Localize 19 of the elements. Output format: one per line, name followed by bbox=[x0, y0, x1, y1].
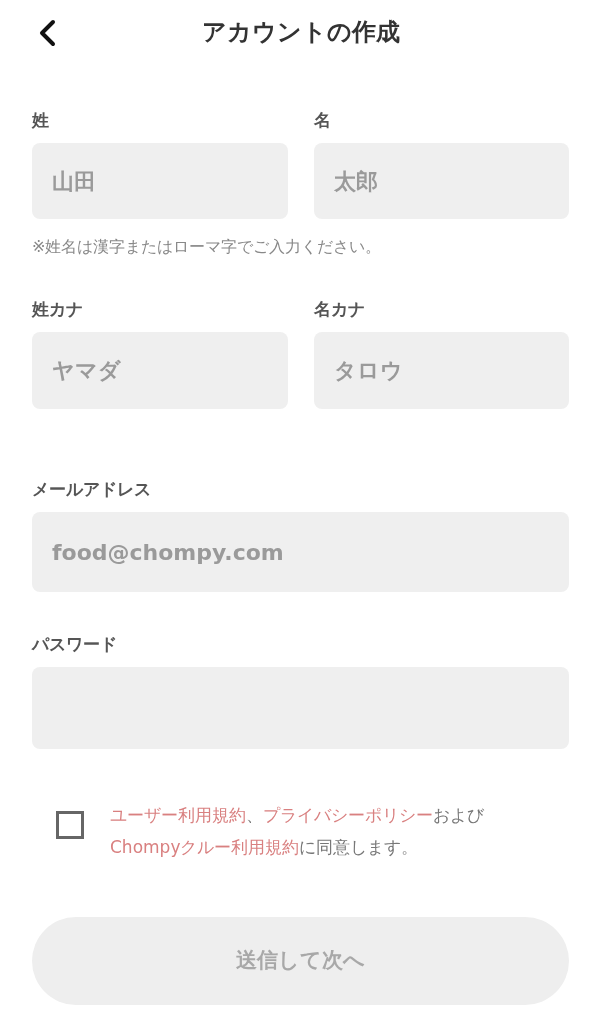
field-label: 名 bbox=[313, 112, 332, 129]
field-label: 姓 bbox=[32, 112, 50, 129]
input-field[interactable]: ヤマダ bbox=[32, 332, 288, 409]
field-label: 名カナ bbox=[313, 301, 366, 318]
agree-checkbox[interactable] bbox=[56, 811, 84, 839]
terms-link[interactable]: プライバシーポリシー bbox=[263, 805, 433, 825]
input-field[interactable]: タロウ bbox=[313, 332, 569, 409]
field-label: パスワード bbox=[32, 636, 118, 653]
terms-link[interactable]: ユーザー利用規約 bbox=[110, 805, 246, 825]
field-label: メールアドレス bbox=[32, 481, 152, 498]
name-hint: ※姓名は漢字またはローマ字でご入力ください。 bbox=[32, 236, 383, 258]
input-field[interactable]: food@chompy.com bbox=[32, 512, 569, 592]
field-label: 姓カナ bbox=[32, 301, 84, 318]
back-chevron-icon bbox=[38, 19, 56, 47]
page-title: アカウントの作成 bbox=[201, 17, 400, 48]
terms-link[interactable]: Chompyクルー利用規約 bbox=[110, 837, 300, 857]
input-field[interactable]: 山田 bbox=[32, 143, 288, 219]
input-field[interactable]: 太郎 bbox=[313, 143, 569, 219]
agreement-text: ユーザー利用規約、プライバシーポリシーおよび Chompyクルー利用規約に同意します。 bbox=[110, 804, 485, 859]
